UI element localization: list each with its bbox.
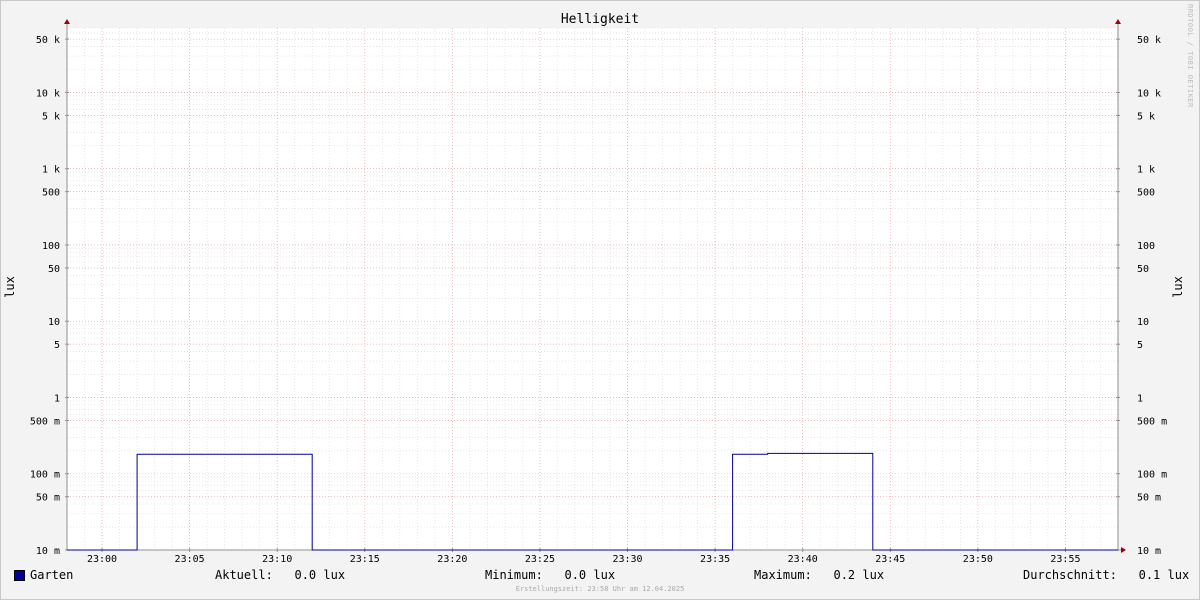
y-tick-label-right: 100 [1137, 241, 1155, 252]
legend-durchschnitt: Durchschnitt: 0.1 lux [1023, 568, 1190, 582]
x-tick-label: 23:40 [788, 554, 818, 565]
x-tick-labels: 23:00 23:05 23:10 23:15 23:20 23:25 23:30 23:35… [87, 554, 1081, 565]
x-tick-label: 23:30 [612, 554, 642, 565]
x-tick-label: 23:00 [87, 554, 117, 565]
legend-swatch-garten [14, 570, 25, 581]
x-tick-label: 23:15 [350, 554, 380, 565]
y-tick-label-left: 50 [48, 264, 60, 275]
y-tick-label-left: 10 [48, 317, 60, 328]
footer-timestamp: Erstellungszeit: 23:58 Uhr am 12.04.2025 [515, 585, 685, 593]
x-tick-label: 23:20 [437, 554, 467, 565]
y-tick-label-left: 5 [54, 340, 60, 351]
y-tick-label-left: 100 [42, 241, 60, 252]
y-tick-label-left: 500 m [30, 416, 60, 427]
chart-svg: 50 k 10 k 5 k 1 k 500 100 50 10 5 1 500 m 100 m 50 m… [3, 12, 1185, 565]
x-tick-label: 23:45 [875, 554, 905, 565]
y-tick-label-right: 1 [1137, 393, 1143, 404]
chart-title: Helligkeit [561, 12, 639, 27]
y-tick-labels-right: 50 k 10 k 5 k 1 k 500 100 50 10 5 1 500 m 100 m 50 m… [1137, 35, 1167, 557]
y-tick-labels-left: 50 k 10 k 5 k 1 k 500 100 50 10 5 1 500 m 100 m 50 m… [30, 35, 60, 557]
y-axis-label-right: lux [1171, 276, 1185, 298]
y-tick-label-right: 50 m [1137, 493, 1161, 504]
y-tick-label-left: 50 k [36, 35, 60, 46]
y-tick-label-left: 50 m [36, 493, 60, 504]
x-tick-label: 23:50 [963, 554, 993, 565]
x-axis-arrow [1121, 547, 1126, 553]
y-tick-label-right: 100 m [1137, 470, 1167, 481]
x-tick-label: 23:10 [262, 554, 292, 565]
y-tick-label-left: 10 m [36, 546, 60, 557]
y-axis-arrow-left [64, 19, 70, 24]
x-tick-label: 23:25 [525, 554, 555, 565]
watermark: RRDTOOL / TOBI OETIKER [1186, 4, 1194, 108]
x-tick-label: 23:35 [700, 554, 730, 565]
y-tick-label-left: 500 [42, 188, 60, 199]
legend-minimum: Minimum: 0.0 lux [485, 568, 616, 582]
y-tick-label-right: 10 k [1137, 88, 1161, 99]
x-tick-label: 23:55 [1050, 554, 1080, 565]
y-tick-label-right: 50 [1137, 264, 1149, 275]
y-tick-label-left: 100 m [30, 470, 60, 481]
y-tick-label-right: 500 [1137, 188, 1155, 199]
y-tick-label-right: 5 [1137, 340, 1143, 351]
y-tick-label-left: 1 [54, 393, 60, 404]
y-tick-label-right: 1 k [1137, 165, 1155, 176]
y-tick-label-right: 50 k [1137, 35, 1161, 46]
legend-aktuell: Aktuell: 0.0 lux [215, 568, 346, 582]
y-tick-label-left: 5 k [42, 111, 60, 122]
y-axis-arrow-right [1115, 19, 1121, 24]
x-tick-label: 23:05 [175, 554, 205, 565]
y-tick-label-left: 10 k [36, 88, 60, 99]
y-axis-label-left: lux [3, 276, 17, 298]
legend-maximum: Maximum: 0.2 lux [754, 568, 885, 582]
y-tick-label-left: 1 k [42, 165, 60, 176]
y-tick-label-right: 10 m [1137, 546, 1161, 557]
y-tick-label-right: 500 m [1137, 416, 1167, 427]
y-tick-label-right: 5 k [1137, 111, 1155, 122]
legend-series-name: Garten [30, 568, 74, 582]
y-tick-label-right: 10 [1137, 317, 1149, 328]
